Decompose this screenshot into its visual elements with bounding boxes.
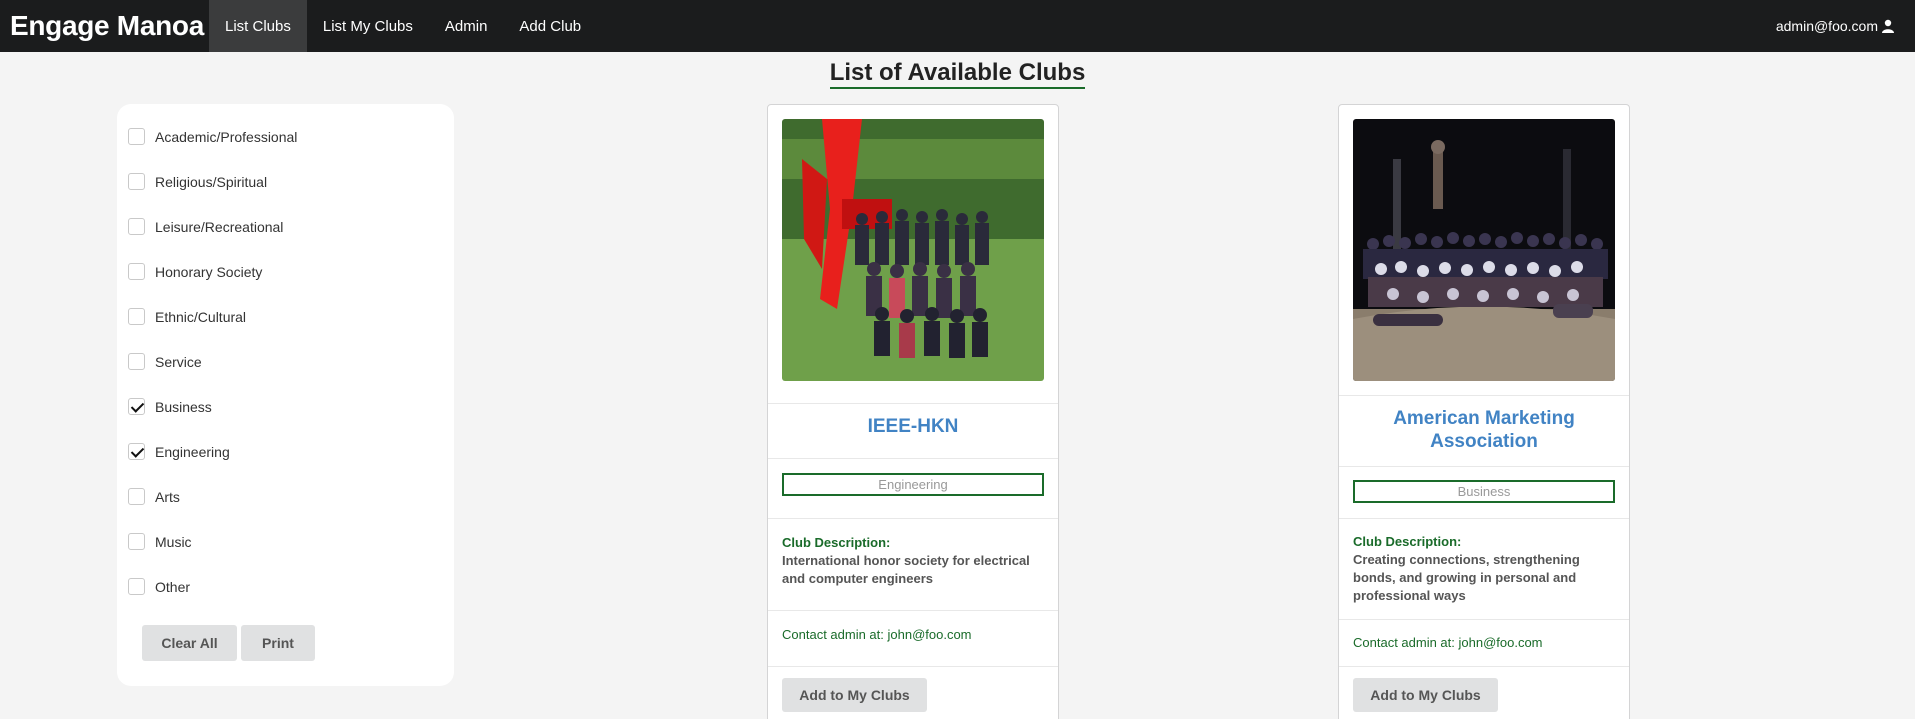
filter-panel: Academic/Professional Religious/Spiritua… — [117, 104, 454, 686]
page-title-wrap: List of Available Clubs — [0, 59, 1915, 89]
club-tag: Business — [1353, 480, 1615, 503]
divider — [1339, 666, 1629, 667]
club-card: IEEE-HKN Engineering Club Description: I… — [767, 104, 1059, 719]
page-title: List of Available Clubs — [829, 59, 1086, 89]
clear-all-button[interactable]: Clear All — [142, 625, 237, 661]
filter-arts[interactable]: Arts — [128, 488, 180, 505]
filter-label: Honorary Society — [155, 263, 263, 280]
club-photo — [1353, 119, 1615, 381]
checkbox[interactable] — [128, 218, 145, 235]
checkbox-checked[interactable] — [128, 398, 145, 415]
checkbox-checked[interactable] — [128, 443, 145, 460]
divider — [1339, 518, 1629, 519]
filter-academic-professional[interactable]: Academic/Professional — [128, 128, 297, 145]
checkbox[interactable] — [128, 128, 145, 145]
checkbox[interactable] — [128, 488, 145, 505]
divider — [768, 403, 1058, 404]
filter-ethnic-cultural[interactable]: Ethnic/Cultural — [128, 308, 246, 325]
club-description-label: Club Description: — [1353, 534, 1462, 549]
filter-service[interactable]: Service — [128, 353, 202, 370]
filter-label: Other — [155, 578, 191, 595]
nav-add-club[interactable]: Add Club — [503, 0, 597, 52]
club-description: International honor society for electric… — [782, 553, 1030, 586]
filter-music[interactable]: Music — [128, 533, 192, 550]
checkbox[interactable] — [128, 353, 145, 370]
filter-leisure-recreational[interactable]: Leisure/Recreational — [128, 218, 283, 235]
brand-logo[interactable]: Engage Manoa — [0, 10, 209, 42]
nav-list-clubs[interactable]: List Clubs — [209, 0, 307, 52]
checkbox[interactable] — [128, 578, 145, 595]
filter-label: Arts — [155, 488, 180, 505]
filter-label: Music — [155, 533, 192, 550]
divider — [768, 666, 1058, 667]
club-contact: Contact admin at: john@foo.com — [1353, 635, 1543, 650]
club-description: Creating connections, strengthening bond… — [1353, 552, 1580, 603]
filter-label: Ethnic/Cultural — [155, 308, 247, 325]
divider — [768, 458, 1058, 459]
filter-label: Business — [155, 398, 212, 415]
club-card: American Marketing Association Business … — [1338, 104, 1630, 719]
filter-label: Academic/Professional — [155, 128, 298, 145]
club-photo-image — [782, 119, 1044, 381]
filter-label: Religious/Spiritual — [155, 173, 268, 190]
checkbox[interactable] — [128, 263, 145, 280]
club-description-label: Club Description: — [782, 535, 891, 550]
filter-engineering[interactable]: Engineering — [128, 443, 230, 460]
nav-admin[interactable]: Admin — [429, 0, 504, 52]
filter-business[interactable]: Business — [128, 398, 212, 415]
checkbox[interactable] — [128, 173, 145, 190]
checkbox[interactable] — [128, 533, 145, 550]
nav-list-my-clubs[interactable]: List My Clubs — [307, 0, 429, 52]
divider — [1339, 466, 1629, 467]
filter-label: Engineering — [155, 443, 230, 460]
filter-other[interactable]: Other — [128, 578, 190, 595]
divider — [1339, 619, 1629, 620]
checkbox[interactable] — [128, 308, 145, 325]
filter-label: Service — [155, 353, 202, 370]
user-icon — [1882, 19, 1894, 33]
club-name[interactable]: IEEE-HKN — [778, 415, 1048, 438]
add-to-my-clubs-button[interactable]: Add to My Clubs — [1353, 678, 1498, 712]
club-photo — [782, 119, 1044, 381]
divider — [768, 518, 1058, 519]
filter-religious-spiritual[interactable]: Religious/Spiritual — [128, 173, 267, 190]
filter-label: Leisure/Recreational — [155, 218, 284, 235]
club-tag: Engineering — [782, 473, 1044, 496]
add-to-my-clubs-button[interactable]: Add to My Clubs — [782, 678, 927, 712]
filter-honorary-society[interactable]: Honorary Society — [128, 263, 262, 280]
divider — [768, 610, 1058, 611]
user-email: admin@foo.com — [1775, 18, 1878, 34]
club-photo-image — [1353, 119, 1615, 381]
user-menu[interactable]: admin@foo.com — [1776, 18, 1915, 34]
club-contact: Contact admin at: john@foo.com — [782, 627, 972, 642]
print-button[interactable]: Print — [241, 625, 315, 661]
top-navbar: Engage Manoa List Clubs List My Clubs Ad… — [0, 0, 1915, 52]
divider — [1339, 395, 1629, 396]
club-name[interactable]: American Marketing Association — [1349, 407, 1619, 453]
